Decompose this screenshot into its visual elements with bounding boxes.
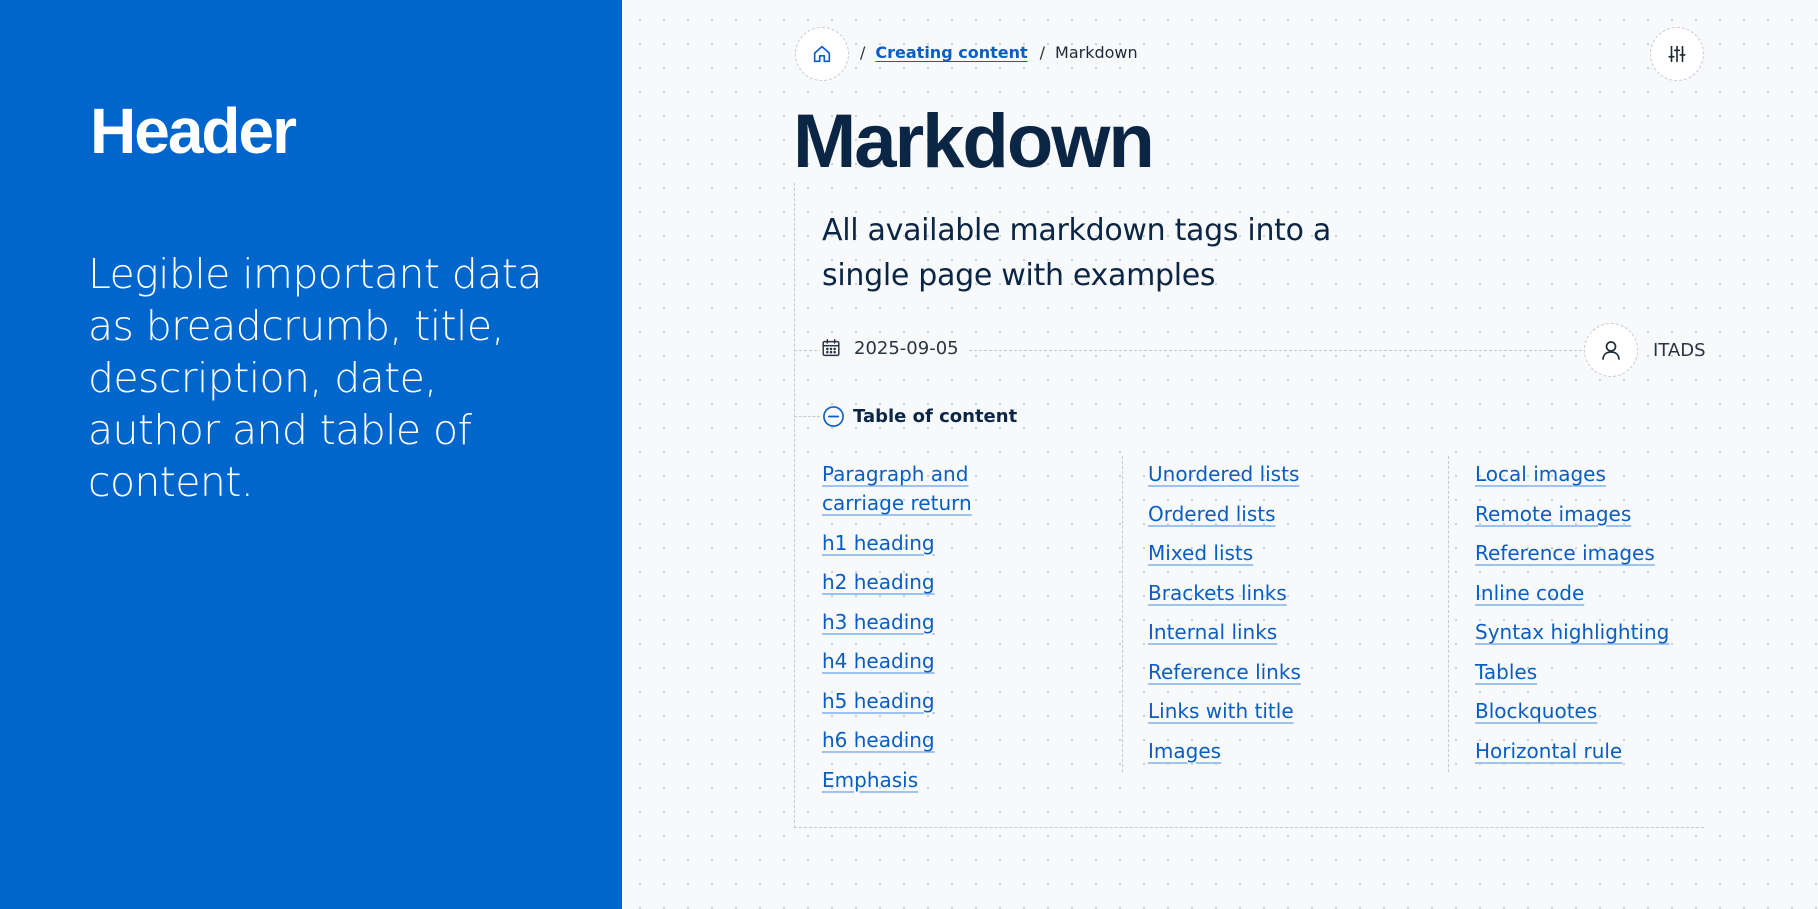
home-button[interactable] [795, 27, 849, 81]
breadcrumb-separator: / [860, 43, 866, 62]
toc-link[interactable]: Inline code [1475, 579, 1775, 608]
calendar-icon [822, 339, 840, 357]
toc-link[interactable]: Syntax highlighting [1475, 618, 1775, 647]
toc-label: Table of content [853, 406, 1018, 427]
toc-link[interactable]: h1 heading [822, 529, 1122, 558]
toc-link[interactable]: Unordered lists [1148, 460, 1448, 489]
toc-link[interactable]: Internal links [1148, 618, 1448, 647]
minus-circle-icon [823, 406, 844, 427]
settings-button[interactable] [1650, 27, 1704, 81]
toc-link[interactable]: h3 heading [822, 608, 1122, 637]
sliders-icon [1668, 45, 1686, 63]
breadcrumb: / Creating content / Markdown [860, 43, 1138, 62]
toc-link[interactable]: h5 heading [822, 687, 1122, 716]
user-icon [1602, 341, 1620, 360]
toc-link[interactable]: Local images [1475, 460, 1775, 489]
page-description: All available markdown tags into a singl… [822, 213, 1332, 293]
toc-column-3: Local images Remote images Reference ima… [1475, 460, 1775, 776]
toc-link[interactable]: h6 heading [822, 726, 1122, 755]
toc-link[interactable]: Reference images [1475, 539, 1775, 568]
left-panel: Header Legible important data as breadcr… [0, 0, 622, 909]
panel-description: Legible important data as breadcrumb, ti… [88, 250, 542, 506]
author-name: ITADS [1653, 340, 1706, 361]
toc-link[interactable]: Ordered lists [1148, 500, 1448, 529]
toc-link[interactable]: h2 heading [822, 568, 1122, 597]
date-block: 2025-09-05 [820, 337, 967, 359]
toc-link[interactable]: h4 heading [822, 647, 1122, 676]
toc-link[interactable]: Blockquotes [1475, 697, 1775, 726]
toc-toggle[interactable]: Table of content [822, 405, 1017, 428]
toc-link[interactable]: Horizontal rule [1475, 737, 1775, 766]
toc-link[interactable]: Tables [1475, 658, 1775, 687]
toc-link[interactable]: Emphasis [822, 766, 1122, 795]
toc-link[interactable]: Reference links [1148, 658, 1448, 687]
publish-date: 2025-09-05 [854, 337, 959, 359]
breadcrumb-separator: / [1039, 43, 1046, 62]
toc-link[interactable]: Links with title [1148, 697, 1448, 726]
breadcrumb-link-creating-content[interactable]: Creating content [875, 43, 1027, 62]
toc-link[interactable]: Mixed lists [1148, 539, 1448, 568]
page-title: Markdown [793, 99, 1155, 184]
panel-title: Header [90, 95, 297, 167]
home-icon [813, 45, 831, 63]
toc-link[interactable]: Images [1148, 737, 1448, 766]
toc-column-divider [1122, 456, 1123, 772]
toc-column-divider [1448, 456, 1449, 772]
toc-column-1: Paragraph and carriage return h1 heading… [822, 460, 1122, 805]
author-avatar[interactable] [1584, 323, 1638, 377]
toc-column-2: Unordered lists Ordered lists Mixed list… [1148, 460, 1448, 776]
toc-link[interactable]: Paragraph and carriage return [822, 460, 1002, 518]
toc-link[interactable]: Remote images [1475, 500, 1775, 529]
toc-connector [794, 416, 820, 417]
breadcrumb-current: Markdown [1055, 43, 1138, 62]
toc-link[interactable]: Brackets links [1148, 579, 1448, 608]
